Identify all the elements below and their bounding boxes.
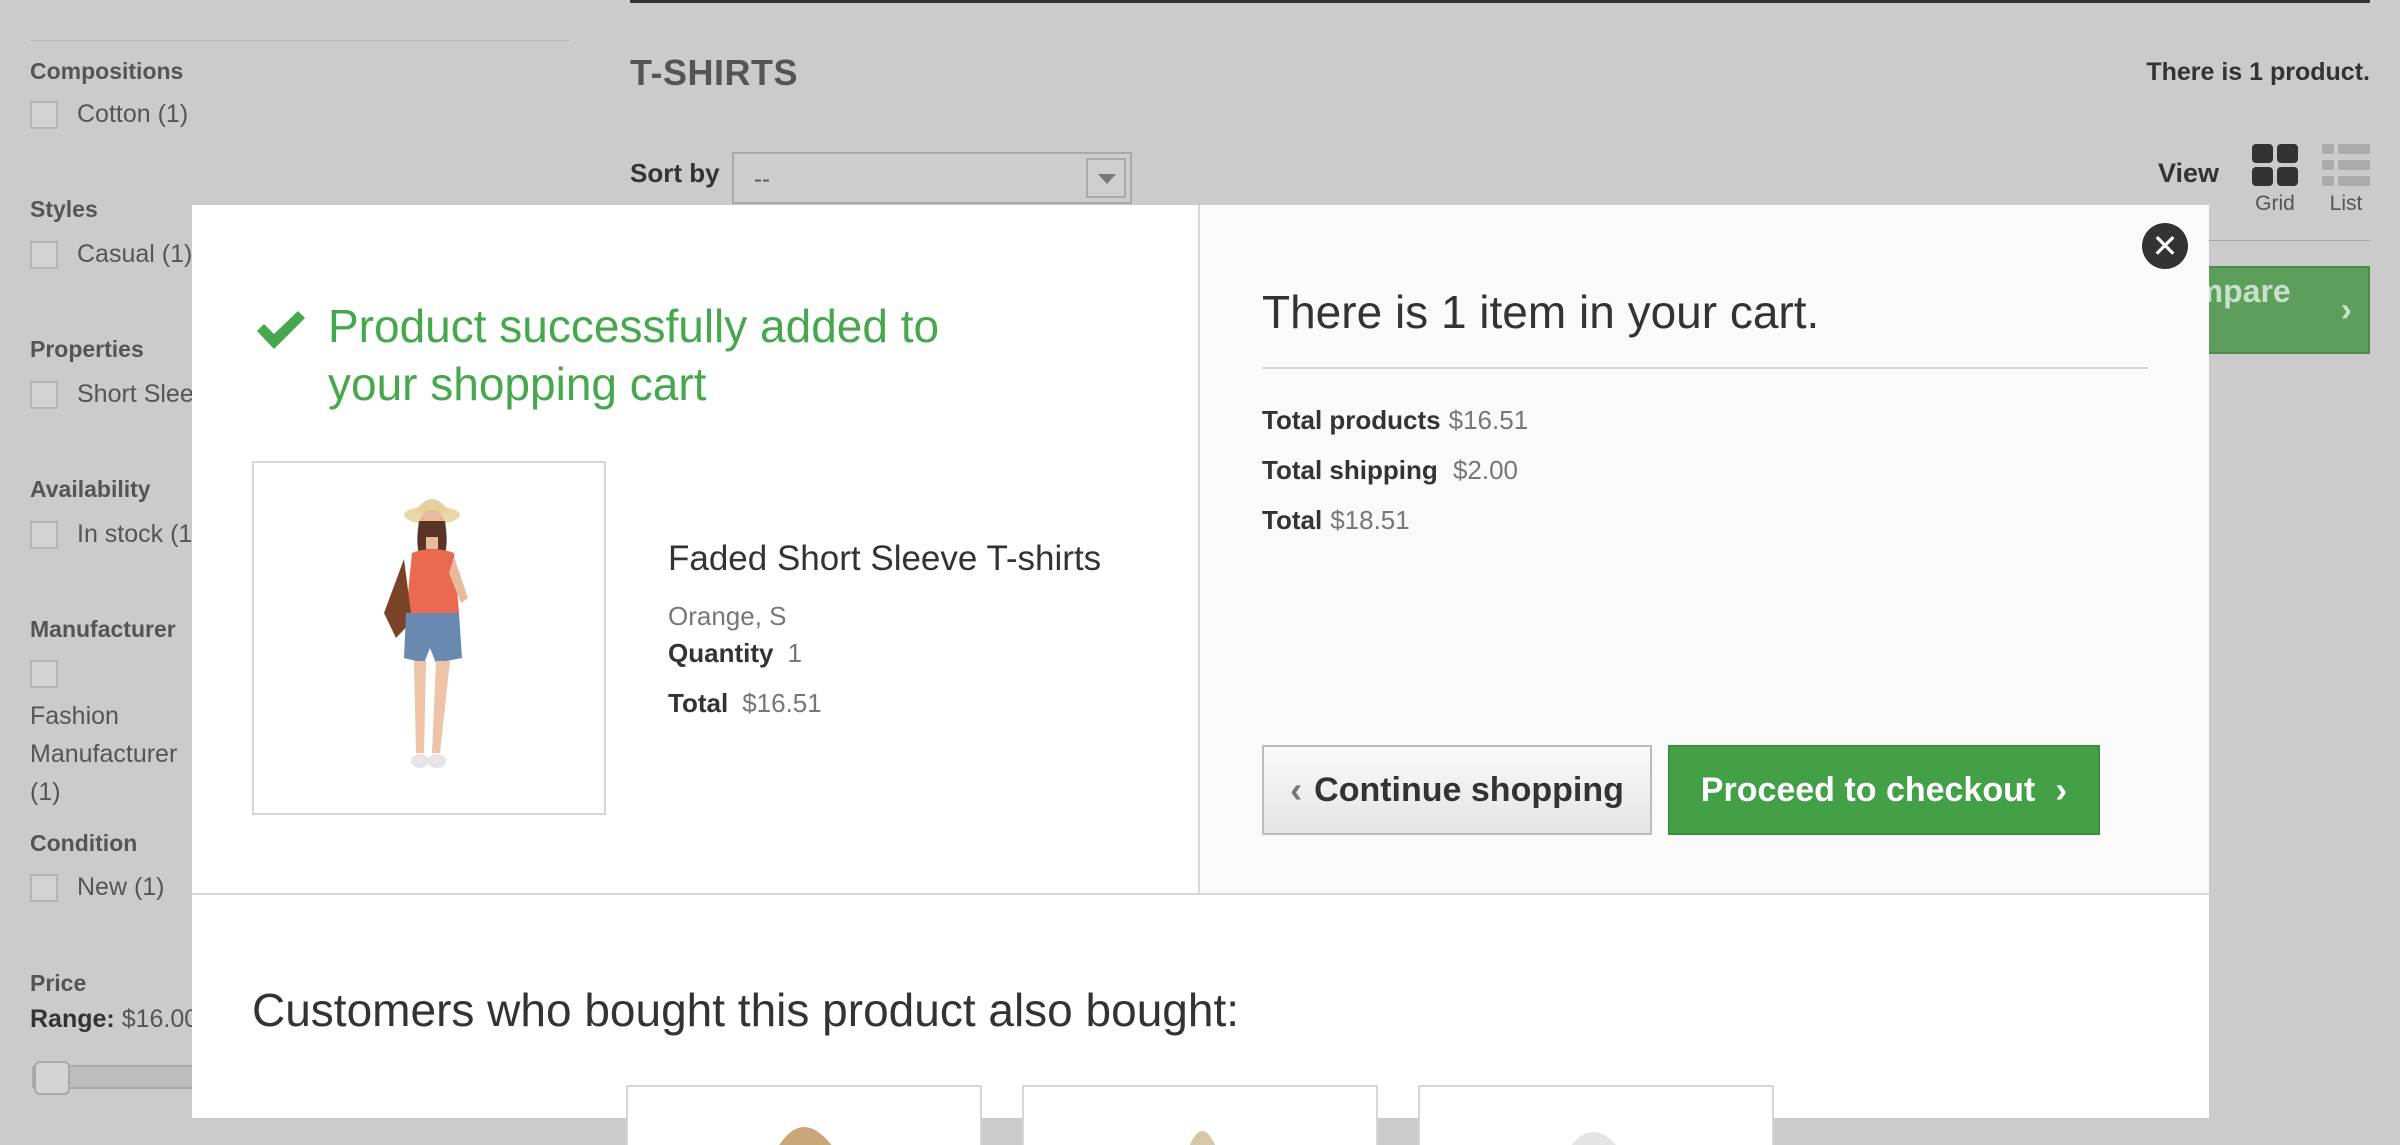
category-title: T-SHIRTS [630,52,799,93]
price-slider-handle[interactable] [34,1061,70,1095]
product-quantity: Quantity 1 [668,638,802,669]
sort-select[interactable]: -- [732,152,1132,204]
filter-option-label: Fashion Manufacturer (1) [30,702,178,806]
filter-option-new[interactable]: New (1) [30,873,165,902]
filter-option-label: Cotton (1) [77,100,189,128]
success-message: Product successfully added to your shopp… [328,300,940,410]
product-name: Faded Short Sleeve T-shirts [668,539,1102,578]
filter-heading-compositions: Compositions [30,58,184,84]
continue-shopping-label: Continue shopping [1314,770,1624,809]
chevron-right-icon: › [2055,769,2068,810]
view-grid-label: Grid [2255,192,2295,215]
related-product-photo [779,1127,832,1145]
checkbox[interactable] [30,380,58,409]
related-product-thumbnail[interactable] [1022,1085,1378,1145]
product-count: There is 1 product. [2146,58,2370,86]
quantity-value: 1 [787,638,802,668]
top-banner-edge [630,0,2370,3]
filter-heading-availability: Availability [30,476,151,502]
total-shipping-line: Total shipping $2.00 [1262,455,1518,486]
filter-option-label: New (1) [77,873,165,901]
proceed-to-checkout-button[interactable]: Proceed to checkout › [1668,745,2100,835]
product-photo [254,463,604,813]
cart-total-value: $18.51 [1330,505,1410,535]
product-total: Total $16.51 [668,688,822,719]
quantity-label: Quantity [668,638,774,668]
product-attributes: Orange, S [668,601,787,631]
view-grid-option[interactable]: Grid [2245,144,2305,216]
checkbox[interactable] [30,240,58,269]
divider [192,893,2209,895]
divider [30,40,570,41]
sort-label: Sort by [630,158,720,188]
also-bought-title: Customers who bought this product also b… [252,984,1240,1036]
filter-option-label: In stock (1) [77,520,201,548]
cart-summary-title: There is 1 item in your cart. [1262,286,1820,338]
filter-heading-styles: Styles [30,196,98,222]
continue-shopping-button[interactable]: ‹ Continue shopping [1262,745,1652,835]
product-image [252,461,606,815]
total-products-line: Total products $16.51 [1262,405,1528,436]
grid-view-icon [2252,144,2298,186]
filter-option-fashion-manufacturer[interactable] [30,660,77,688]
filter-option-cotton[interactable]: Cotton (1) [30,100,188,129]
filter-heading-condition: Condition [30,830,138,856]
view-list-option[interactable]: List [2316,144,2376,216]
checkmark-icon [257,311,305,349]
filter-heading-properties: Properties [30,336,144,362]
checkbox[interactable] [30,520,58,549]
checkbox[interactable] [30,100,58,129]
filter-heading-price: Price [30,970,87,996]
chevron-left-icon: ‹ [1290,769,1303,810]
close-icon[interactable]: ✕ [2142,223,2188,269]
related-product-photo [1189,1131,1216,1145]
total-shipping-label: Total shipping [1262,455,1438,485]
total-shipping-value: $2.00 [1452,455,1519,485]
chevron-down-icon[interactable] [1086,158,1126,198]
cart-total-line: Total $18.51 [1262,505,1410,536]
divider [1262,367,2148,369]
cart-summary-panel: There is 1 item in your cart. Total prod… [1200,205,2209,893]
filter-option-casual[interactable]: Casual (1) [30,240,192,269]
filter-option-in-stock[interactable]: In stock (1) [30,520,201,549]
view-label: View [2158,158,2220,188]
list-view-icon [2322,144,2370,186]
checkbox[interactable] [30,873,58,902]
view-list-label: List [2329,192,2363,215]
total-products-value: $16.51 [1448,405,1529,435]
filter-option-label: Casual (1) [77,240,193,268]
related-product-thumbnail[interactable] [1418,1085,1774,1145]
price-range-label: Range: [30,1005,115,1033]
product-total-label: Total [668,688,729,718]
added-product-panel: Product successfully added to your shopp… [192,205,1200,893]
filter-heading-manufacturer: Manufacturer [30,616,176,642]
sort-value: -- [754,166,770,193]
related-product-photo [1571,1132,1617,1145]
chevron-right-icon: › [2340,290,2352,329]
product-total-value: $16.51 [742,688,822,718]
total-products-label: Total products [1262,405,1441,435]
related-product-thumbnail[interactable] [626,1085,982,1145]
proceed-to-checkout-label: Proceed to checkout [1700,770,2036,809]
cart-total-label: Total [1262,505,1323,535]
checkbox[interactable] [30,660,58,688]
add-to-cart-modal: Product successfully added to your shopp… [192,205,2209,1145]
